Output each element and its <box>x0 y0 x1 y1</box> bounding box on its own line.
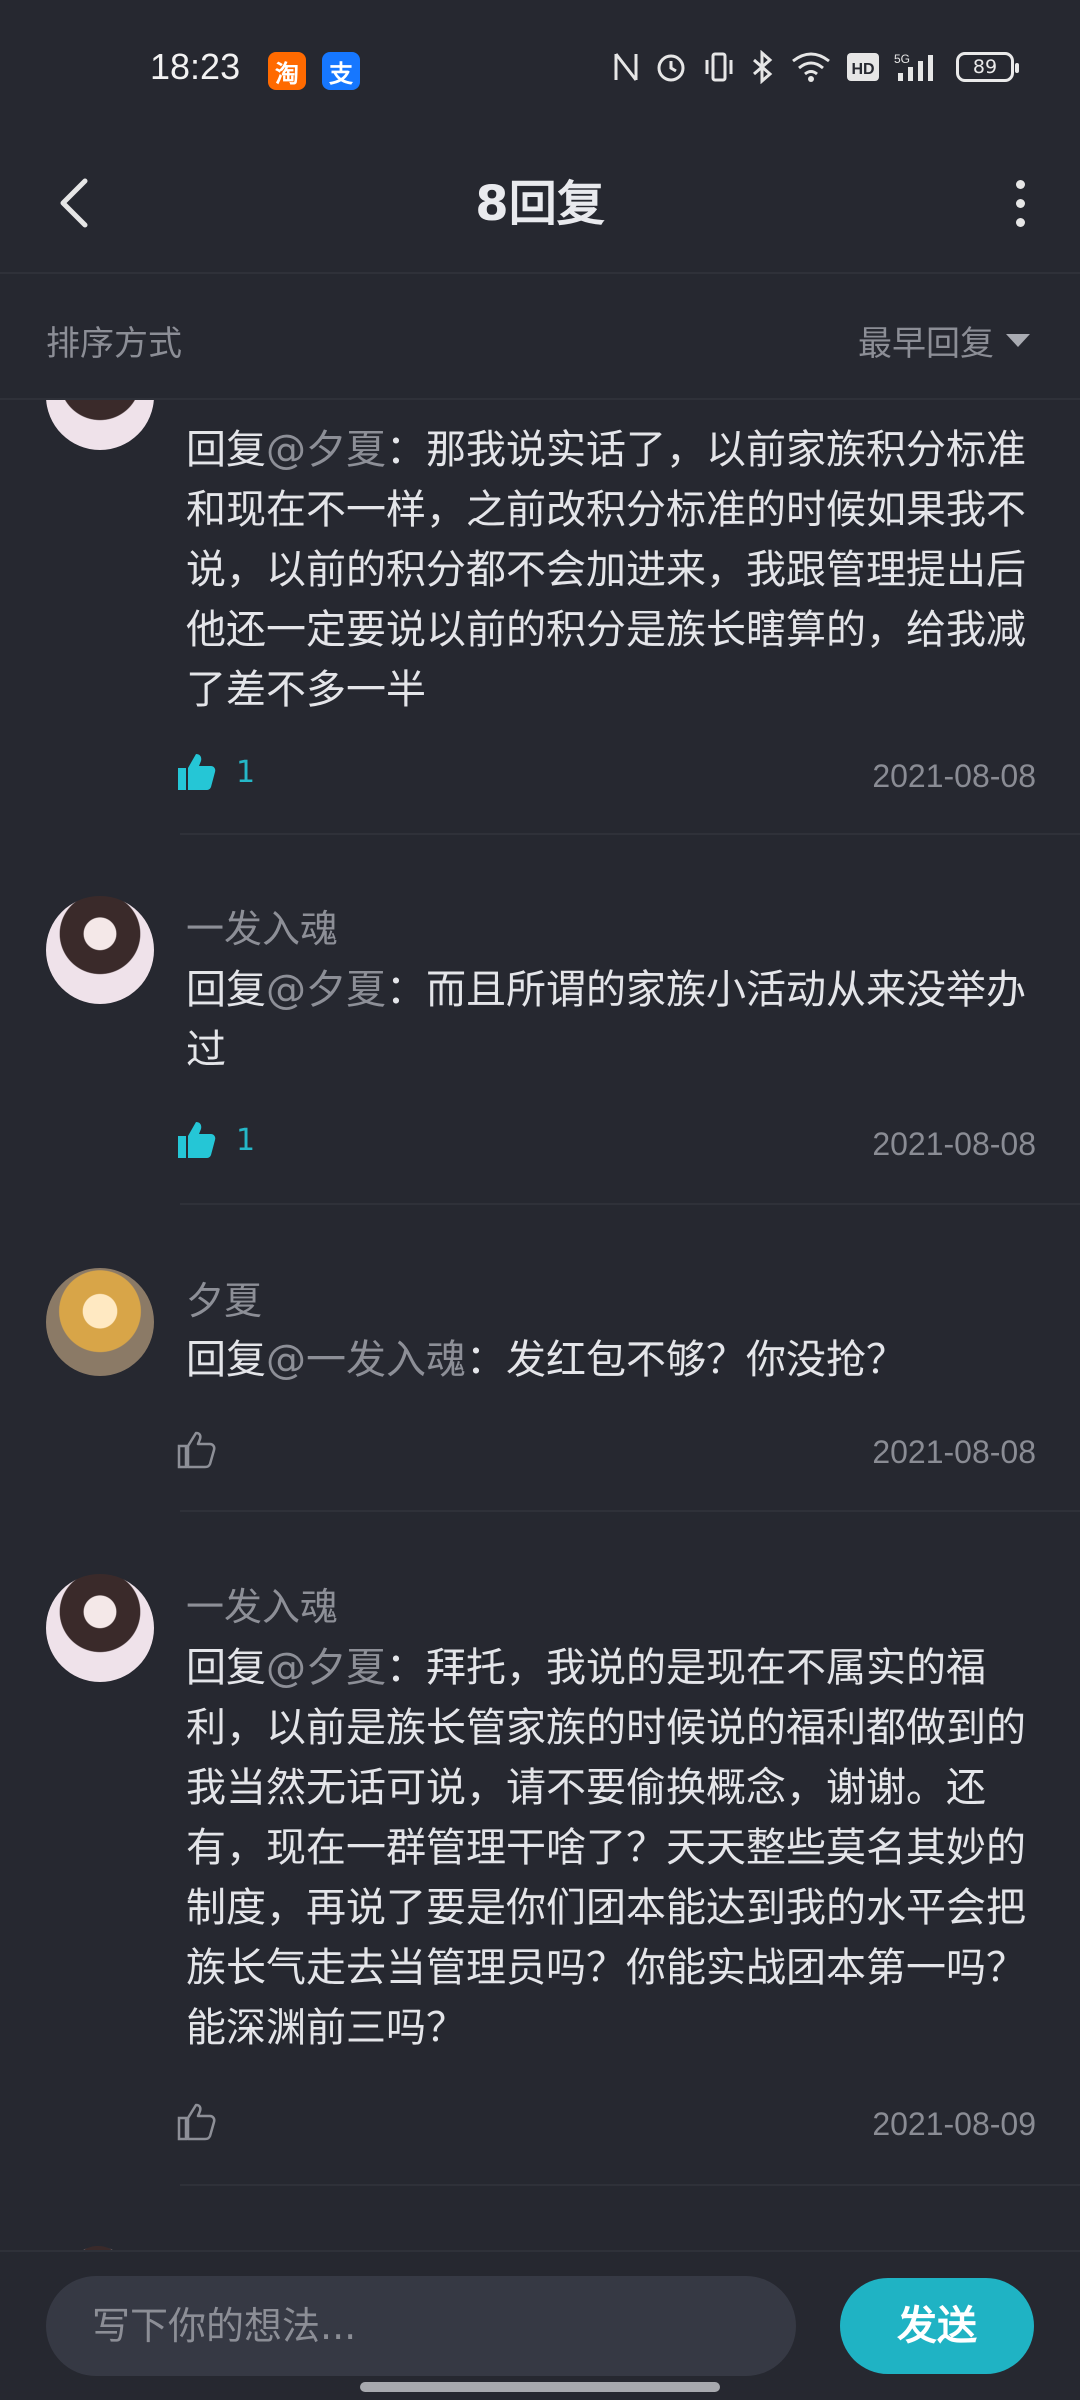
divider <box>180 1203 1080 1205</box>
avatar[interactable] <box>46 400 154 450</box>
reply-item: 回复@夕夏：那我说实话了，以前家族积分标准和现在不一样，之前改积分标准的时候如果… <box>0 400 1080 836</box>
reply-date: 2021-08-08 <box>872 758 1036 794</box>
alarm-icon <box>657 54 685 82</box>
header: 8回复 <box>0 140 1080 274</box>
alipay-app-icon: 支 <box>322 52 360 90</box>
nfc-icon <box>614 53 638 81</box>
signal-5g-icon: 5G <box>894 52 933 81</box>
sort-dropdown[interactable]: 最早回复 <box>858 316 1030 365</box>
thumbs-up-icon <box>177 2103 216 2141</box>
reply-item: 夕夏 回复@一发入魂：发红包不够？你没抢？ 2021-08-08 <box>0 1206 1080 1514</box>
reply-item: 一发入魂 回复@夕夏：拜托，我说的是现在不属实的福利，以前是族长管家族的时候说的… <box>0 1514 1080 2190</box>
thumbs-up-icon <box>177 1431 216 1469</box>
svg-text:HD: HD <box>851 61 874 78</box>
hd-icon: HD <box>847 53 879 81</box>
like-button[interactable] <box>174 2100 236 2144</box>
more-vertical-icon <box>1015 179 1025 189</box>
reply-content: 回复@一发入魂：发红包不够？你没抢？ <box>186 1337 906 1383</box>
status-bar: 18:23 淘 支 HD 5G 89 <box>0 0 1080 140</box>
thumbs-up-icon <box>178 1122 216 1158</box>
mention-link[interactable]: @夕夏 <box>266 427 386 473</box>
taobao-app-icon: 淘 <box>268 52 306 90</box>
vibrate-icon <box>705 52 733 82</box>
reply-date: 2021-08-09 <box>872 2106 1036 2142</box>
sort-selected-value: 最早回复 <box>858 324 994 364</box>
bluetooth-icon <box>753 50 773 84</box>
avatar[interactable] <box>46 896 154 1004</box>
status-time: 18:23 <box>150 46 241 87</box>
svg-text:5G: 5G <box>894 52 910 66</box>
username[interactable]: 一发入魂 <box>186 1576 338 1631</box>
send-button[interactable]: 发送 <box>840 2278 1034 2374</box>
thumbs-up-icon <box>178 754 216 790</box>
reply-content: 回复@夕夏：而且所谓的家族小活动从来没举办过 <box>186 967 1026 1073</box>
sort-label: 排序方式 <box>46 324 182 364</box>
caret-down-icon <box>1006 334 1030 347</box>
divider <box>180 2184 1080 2186</box>
wifi-icon <box>792 52 830 82</box>
username[interactable]: 夕夏 <box>186 1270 262 1325</box>
reply-item: 一发入魂 回复@夕夏：而且所谓的家族小活动从来没举办过 1 2021-08-08 <box>0 836 1080 1206</box>
avatar[interactable] <box>46 1268 154 1376</box>
more-options-button[interactable] <box>990 168 1050 238</box>
reply-content: 回复@夕夏：拜托，我说的是现在不属实的福利，以前是族长管家族的时候说的福利都做到… <box>186 1645 1026 2051</box>
sort-bar: 排序方式 最早回复 <box>0 276 1080 400</box>
like-button[interactable]: 1 <box>174 1118 255 1162</box>
reply-date: 2021-08-08 <box>872 1434 1036 1470</box>
comment-input-bar: 写下你的想法... 发送 <box>0 2250 1080 2400</box>
reply-content: 回复@夕夏：那我说实话了，以前家族积分标准和现在不一样，之前改积分标准的时候如果… <box>186 427 1026 713</box>
home-indicator[interactable] <box>360 2382 720 2392</box>
avatar[interactable] <box>46 1574 154 1682</box>
comment-input[interactable]: 写下你的想法... <box>46 2276 796 2376</box>
reply-date: 2021-08-08 <box>872 1126 1036 1162</box>
mention-link[interactable]: @夕夏 <box>266 1645 386 1691</box>
mention-link[interactable]: @夕夏 <box>266 967 386 1013</box>
divider <box>180 1510 1080 1512</box>
like-button[interactable] <box>174 1428 236 1472</box>
like-button[interactable]: 1 <box>174 750 255 794</box>
divider <box>180 833 1080 835</box>
reply-list[interactable]: 回复@夕夏：那我说实话了，以前家族积分标准和现在不一样，之前改积分标准的时候如果… <box>0 400 1080 2250</box>
battery-indicator: 89 <box>956 52 1019 82</box>
status-icons: HD 5G 89 <box>612 50 1019 84</box>
like-count: 1 <box>236 1122 256 1158</box>
username[interactable]: 一发入魂 <box>186 898 338 953</box>
page-title: 8回复 <box>475 176 605 232</box>
like-count: 1 <box>236 754 256 790</box>
mention-link[interactable]: @一发入魂 <box>266 1337 466 1383</box>
